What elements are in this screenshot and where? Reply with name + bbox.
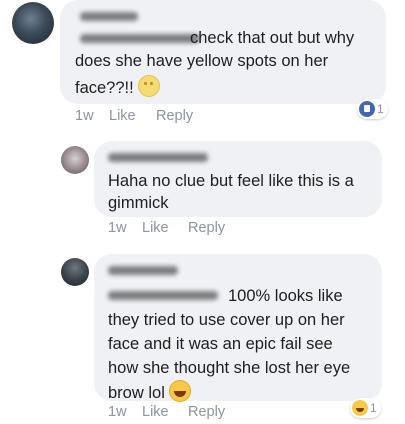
- reaction-summary[interactable]: 1: [350, 398, 381, 418]
- reaction-count: 1: [377, 102, 384, 116]
- like-button[interactable]: Like: [142, 404, 169, 420]
- reply-text-line: brow lol: [108, 380, 192, 405]
- haha-icon: [352, 400, 368, 416]
- reply-text-line: face and it was an epic fail see: [108, 335, 333, 353]
- reply-meta: 1w Like Reply: [108, 404, 248, 422]
- comment-meta: 1w Like Reply: [75, 108, 215, 126]
- blurred-commenter-name[interactable]: [108, 153, 208, 162]
- reply-time: 1w: [108, 220, 127, 236]
- blurred-mentioned-name: [108, 291, 218, 300]
- comment-text-line: does she have yellow spots on her: [75, 52, 329, 70]
- reply-text-line: how she thought she lost her eye: [108, 359, 351, 377]
- reply-text: brow lol: [108, 384, 165, 402]
- reply-avatar[interactable]: [61, 258, 89, 286]
- reply-text-line: they tried to use cover up on her: [108, 311, 345, 329]
- laughing-emoji-icon: [169, 380, 192, 402]
- comment-text-line: check that out but why: [190, 29, 355, 47]
- reaction-summary[interactable]: 1: [357, 99, 388, 119]
- reply-button[interactable]: Reply: [188, 220, 225, 236]
- reply-text-line: gimmick: [108, 194, 169, 212]
- like-icon: [359, 101, 375, 117]
- blurred-commenter-name[interactable]: [80, 12, 138, 21]
- comment-bubble: check that out but why does she have yel…: [60, 0, 386, 104]
- blurred-mentioned-name: [80, 34, 200, 43]
- reply-text-line: 100% looks like: [228, 287, 343, 305]
- reply-bubble: 100% looks like they tried to use cover …: [94, 254, 382, 402]
- comment-text: face??!!: [75, 79, 134, 97]
- blurred-commenter-name[interactable]: [108, 266, 178, 275]
- reply-bubble: Haha no clue but feel like this is a gim…: [94, 141, 382, 217]
- reply-button[interactable]: Reply: [156, 108, 193, 124]
- like-button[interactable]: Like: [142, 220, 169, 236]
- reply-button[interactable]: Reply: [188, 404, 225, 420]
- reply-time: 1w: [108, 404, 127, 420]
- reply-avatar[interactable]: [61, 146, 89, 174]
- reaction-count: 1: [370, 401, 377, 415]
- comment-thread: check that out but why does she have yel…: [0, 0, 405, 424]
- commenter-avatar[interactable]: [12, 2, 54, 44]
- smiling-emoji-icon: [138, 75, 161, 97]
- reply-text-line: Haha no clue but feel like this is a: [108, 172, 354, 190]
- comment-text-line: face??!!: [75, 75, 161, 100]
- like-button[interactable]: Like: [109, 108, 136, 124]
- comment-time: 1w: [75, 108, 94, 124]
- reply-meta: 1w Like Reply: [108, 220, 248, 238]
